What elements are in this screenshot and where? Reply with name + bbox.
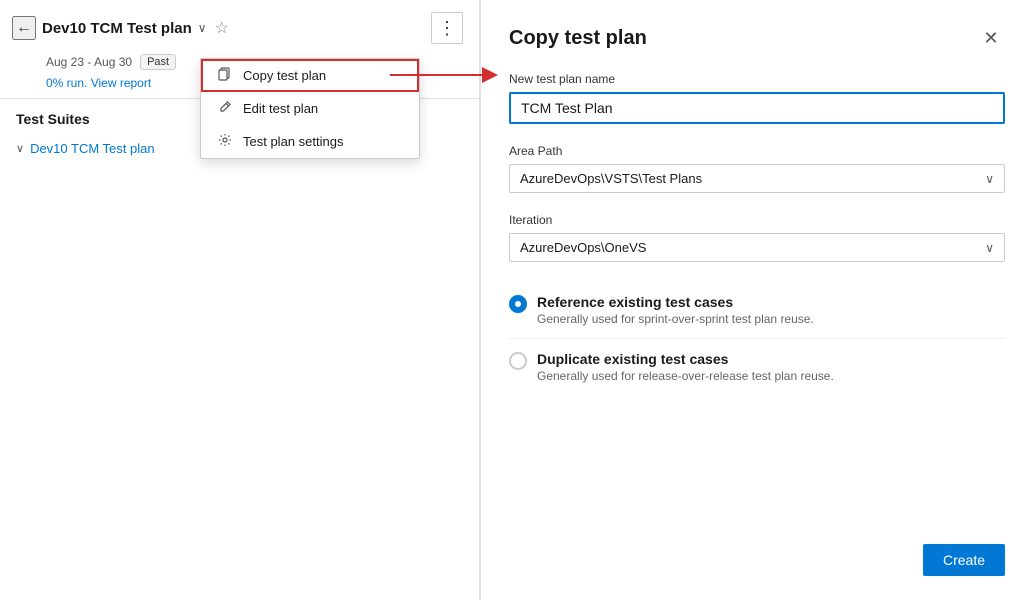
suite-item-label: Dev10 TCM Test plan <box>30 141 155 156</box>
context-menu: Copy test plan Edit test plan Test plan … <box>200 58 420 159</box>
radio-duplicate-desc: Generally used for release-over-release … <box>537 369 834 383</box>
radio-selected-circle <box>509 295 527 313</box>
edit-test-plan-label: Edit test plan <box>243 101 318 116</box>
panel-footer: Create <box>509 544 1005 576</box>
radio-reference-label: Reference existing test cases <box>537 294 814 310</box>
chevron-down-icon[interactable]: ∨ <box>198 21 207 35</box>
create-button[interactable]: Create <box>923 544 1005 576</box>
radio-text-reference: Reference existing test cases Generally … <box>537 294 814 326</box>
chevron-down-icon: ∨ <box>985 241 994 255</box>
radio-text-duplicate: Duplicate existing test cases Generally … <box>537 351 834 383</box>
panel-header: Copy test plan ✕ <box>509 24 1005 52</box>
radio-reference[interactable]: Reference existing test cases Generally … <box>509 282 1005 339</box>
iteration-dropdown[interactable]: AzureDevOps\OneVS ∨ <box>509 233 1005 262</box>
new-plan-name-field: New test plan name <box>509 72 1005 124</box>
context-menu-edit[interactable]: Edit test plan <box>201 92 419 125</box>
star-icon[interactable]: ☆ <box>215 18 229 38</box>
new-plan-name-input[interactable] <box>509 92 1005 124</box>
view-report-link[interactable]: View report <box>91 76 151 90</box>
copy-test-plan-label: Copy test plan <box>243 68 326 83</box>
past-badge: Past <box>140 54 176 70</box>
close-button[interactable]: ✕ <box>977 24 1005 52</box>
edit-icon <box>217 100 233 117</box>
context-menu-settings[interactable]: Test plan settings <box>201 125 419 158</box>
radio-dot <box>515 301 521 307</box>
area-path-dropdown[interactable]: AzureDevOps\VSTS\Test Plans ∨ <box>509 164 1005 193</box>
test-plan-settings-label: Test plan settings <box>243 134 343 149</box>
iteration-field: Iteration AzureDevOps\OneVS ∨ <box>509 213 1005 262</box>
panel-title: Copy test plan <box>509 27 647 50</box>
copy-icon <box>217 67 233 84</box>
header-bar: ← Dev10 TCM Test plan ∨ ☆ ⋮ <box>0 0 479 52</box>
chevron-down-icon: ∨ <box>16 142 24 155</box>
iteration-label: Iteration <box>509 213 1005 227</box>
right-panel: Copy test plan ✕ New test plan name Area… <box>480 0 1033 600</box>
iteration-value: AzureDevOps\OneVS <box>520 240 646 255</box>
radio-reference-desc: Generally used for sprint-over-sprint te… <box>537 312 814 326</box>
chevron-down-icon: ∨ <box>985 172 994 186</box>
radio-duplicate-label: Duplicate existing test cases <box>537 351 834 367</box>
left-panel: ← Dev10 TCM Test plan ∨ ☆ ⋮ Aug 23 - Aug… <box>0 0 480 600</box>
context-menu-copy[interactable]: Copy test plan <box>201 59 419 92</box>
radio-duplicate[interactable]: Duplicate existing test cases Generally … <box>509 339 1005 395</box>
plan-title: Dev10 TCM Test plan <box>42 20 192 37</box>
date-range: Aug 23 - Aug 30 <box>46 55 132 69</box>
back-button[interactable]: ← <box>12 16 36 40</box>
radio-unselected-circle <box>509 352 527 370</box>
run-percentage: 0% run. <box>46 76 87 90</box>
area-path-field: Area Path AzureDevOps\VSTS\Test Plans ∨ <box>509 144 1005 193</box>
new-plan-name-label: New test plan name <box>509 72 1005 86</box>
area-path-value: AzureDevOps\VSTS\Test Plans <box>520 171 702 186</box>
radio-group: Reference existing test cases Generally … <box>509 282 1005 395</box>
settings-icon <box>217 133 233 150</box>
area-path-label: Area Path <box>509 144 1005 158</box>
more-button[interactable]: ⋮ <box>431 12 463 44</box>
